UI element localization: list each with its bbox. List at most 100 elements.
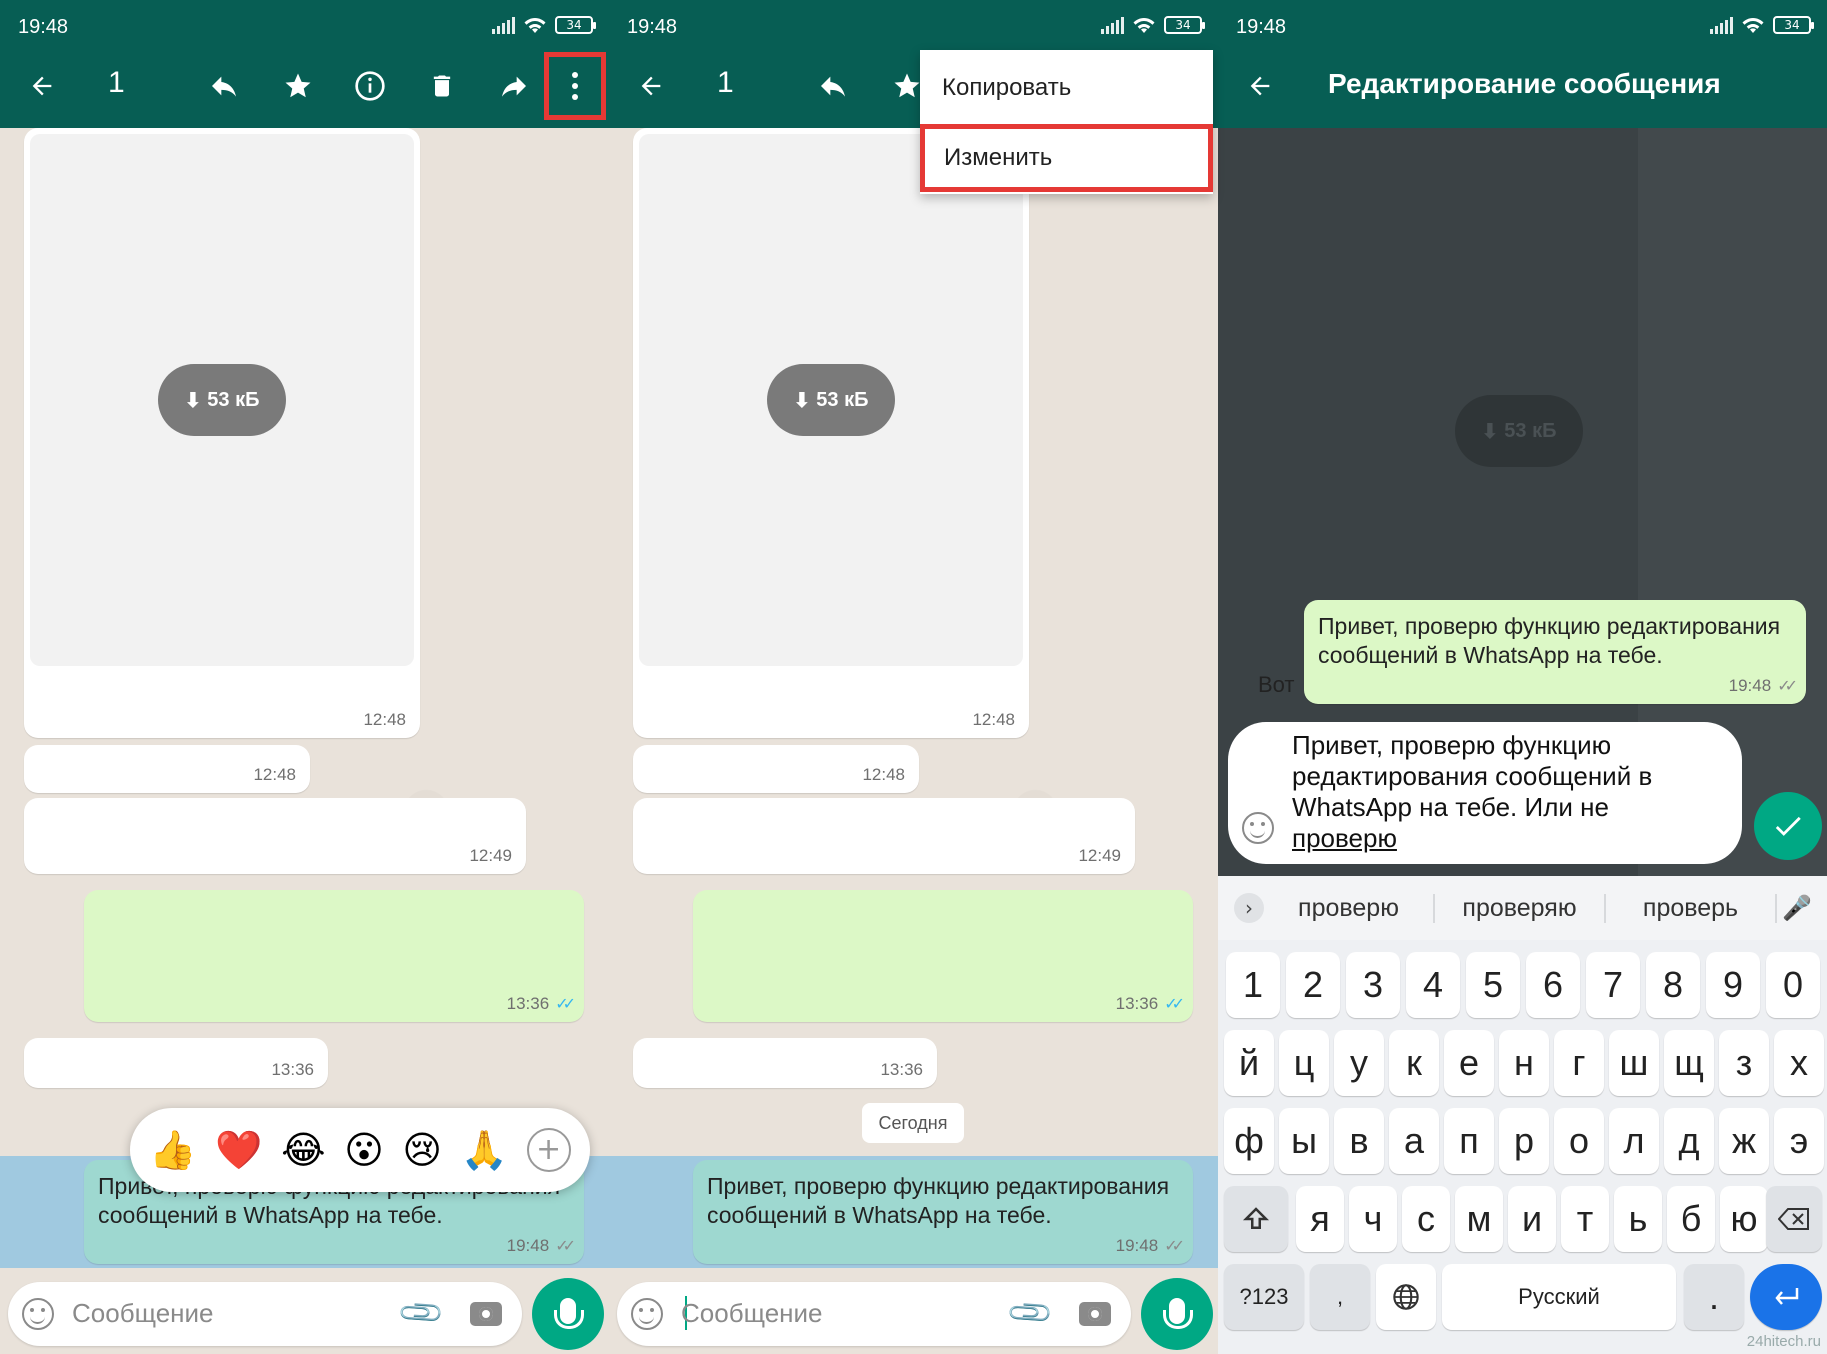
emoji-icon[interactable] bbox=[631, 1298, 663, 1330]
key-letter[interactable]: п bbox=[1444, 1108, 1494, 1174]
key-3[interactable]: 3 bbox=[1346, 952, 1400, 1018]
download-button[interactable]: ⬇ 53 кБ bbox=[158, 364, 286, 436]
delete-icon[interactable] bbox=[414, 58, 470, 114]
key-letter[interactable]: ь bbox=[1614, 1186, 1662, 1252]
key-5[interactable]: 5 bbox=[1466, 952, 1520, 1018]
message-bubble[interactable]: 12:48 bbox=[633, 745, 919, 793]
message-bubble[interactable]: 12:49 bbox=[24, 798, 526, 874]
attach-icon[interactable]: 📎 bbox=[396, 1288, 447, 1339]
edit-input[interactable]: Привет, проверю функцию редактирования с… bbox=[1292, 730, 1652, 854]
outgoing-message[interactable]: 13:36 ✓✓ bbox=[84, 890, 584, 1022]
message-input[interactable]: Сообщение bbox=[72, 1298, 214, 1329]
attach-icon[interactable]: 📎 bbox=[1005, 1288, 1056, 1339]
key-6[interactable]: 6 bbox=[1526, 952, 1580, 1018]
forward-icon[interactable] bbox=[486, 58, 542, 114]
menu-item-edit[interactable]: Изменить bbox=[920, 124, 1213, 192]
key-letter[interactable]: к bbox=[1389, 1030, 1439, 1096]
key-2[interactable]: 2 bbox=[1286, 952, 1340, 1018]
message-input-bar[interactable]: Сообщение 📎 bbox=[8, 1282, 522, 1346]
backspace-key[interactable] bbox=[1766, 1186, 1822, 1252]
key-letter[interactable]: щ bbox=[1664, 1030, 1714, 1096]
space-key[interactable]: Русский bbox=[1442, 1264, 1676, 1330]
comma-key[interactable]: , bbox=[1310, 1264, 1370, 1330]
key-letter[interactable]: з bbox=[1719, 1030, 1769, 1096]
key-letter[interactable]: а bbox=[1389, 1108, 1439, 1174]
emoji-icon[interactable] bbox=[1242, 812, 1274, 844]
reaction-sad[interactable]: 😢 bbox=[402, 1128, 442, 1172]
back-icon[interactable] bbox=[1232, 58, 1288, 114]
suggestion[interactable]: проверяю bbox=[1435, 893, 1606, 923]
enter-key[interactable] bbox=[1750, 1264, 1822, 1330]
add-reaction-icon[interactable]: + bbox=[526, 1128, 571, 1172]
key-7[interactable]: 7 bbox=[1586, 952, 1640, 1018]
key-letter[interactable]: я bbox=[1296, 1186, 1344, 1252]
key-letter[interactable]: б bbox=[1667, 1186, 1715, 1252]
key-1[interactable]: 1 bbox=[1226, 952, 1280, 1018]
key-letter[interactable]: ж bbox=[1719, 1108, 1769, 1174]
outgoing-message[interactable]: 13:36 ✓✓ bbox=[693, 890, 1193, 1022]
message-input[interactable]: Сообщение bbox=[681, 1298, 823, 1329]
download-button[interactable]: ⬇ 53 кБ bbox=[767, 364, 895, 436]
reaction-pray[interactable]: 🙏 bbox=[461, 1128, 508, 1173]
key-letter[interactable]: х bbox=[1774, 1030, 1824, 1096]
key-letter[interactable]: й bbox=[1224, 1030, 1274, 1096]
message-bubble[interactable]: 13:36 bbox=[24, 1038, 328, 1088]
key-letter[interactable]: л bbox=[1609, 1108, 1659, 1174]
info-icon[interactable] bbox=[342, 58, 398, 114]
confirm-edit-button[interactable] bbox=[1754, 792, 1822, 860]
menu-item-copy[interactable]: Копировать bbox=[920, 54, 1213, 122]
key-0[interactable]: 0 bbox=[1766, 952, 1820, 1018]
back-icon[interactable] bbox=[14, 58, 70, 114]
key-letter[interactable]: э bbox=[1774, 1108, 1824, 1174]
mic-button[interactable] bbox=[532, 1278, 604, 1350]
period-key[interactable]: . bbox=[1684, 1264, 1744, 1330]
key-letter[interactable]: ю bbox=[1720, 1186, 1768, 1252]
chevron-right-icon[interactable]: › bbox=[1234, 893, 1264, 923]
key-letter[interactable]: ф bbox=[1224, 1108, 1274, 1174]
key-letter[interactable]: и bbox=[1508, 1186, 1556, 1252]
reaction-thumbs-up[interactable]: 👍 bbox=[149, 1128, 196, 1173]
key-letter[interactable]: е bbox=[1444, 1030, 1494, 1096]
globe-key[interactable] bbox=[1376, 1264, 1436, 1330]
key-letter[interactable]: ц bbox=[1279, 1030, 1329, 1096]
key-letter[interactable]: г bbox=[1554, 1030, 1604, 1096]
key-letter[interactable]: н bbox=[1499, 1030, 1549, 1096]
emoji-icon[interactable] bbox=[22, 1298, 54, 1330]
star-icon[interactable] bbox=[270, 58, 326, 114]
key-letter[interactable]: ч bbox=[1349, 1186, 1397, 1252]
selected-message[interactable]: Привет, проверю функцию редактирования с… bbox=[693, 1160, 1193, 1264]
key-9[interactable]: 9 bbox=[1706, 952, 1760, 1018]
key-letter[interactable]: о bbox=[1554, 1108, 1604, 1174]
reply-icon[interactable] bbox=[196, 58, 252, 114]
symbols-key[interactable]: ?123 bbox=[1224, 1264, 1304, 1330]
shift-key[interactable] bbox=[1224, 1186, 1288, 1252]
key-letter[interactable]: т bbox=[1561, 1186, 1609, 1252]
reply-icon[interactable] bbox=[805, 58, 861, 114]
mic-button[interactable] bbox=[1141, 1278, 1213, 1350]
suggestion[interactable]: проверю bbox=[1264, 893, 1435, 923]
edit-input-box[interactable]: Привет, проверю функцию редактирования с… bbox=[1228, 722, 1742, 864]
key-letter[interactable]: д bbox=[1664, 1108, 1714, 1174]
key-letter[interactable]: в bbox=[1334, 1108, 1384, 1174]
voice-input-icon[interactable]: 🎤 bbox=[1777, 894, 1817, 922]
camera-icon[interactable] bbox=[470, 1302, 502, 1326]
key-8[interactable]: 8 bbox=[1646, 952, 1700, 1018]
key-letter[interactable]: ы bbox=[1279, 1108, 1329, 1174]
key-letter[interactable]: р bbox=[1499, 1108, 1549, 1174]
message-bubble[interactable]: 13:36 bbox=[633, 1038, 937, 1088]
message-bubble[interactable]: 12:48 bbox=[24, 745, 310, 793]
suggestion[interactable]: проверь bbox=[1606, 893, 1777, 923]
reaction-wow[interactable]: 😮 bbox=[344, 1128, 384, 1172]
key-letter[interactable]: у bbox=[1334, 1030, 1384, 1096]
reaction-laugh[interactable]: 😂 bbox=[281, 1128, 325, 1172]
key-4[interactable]: 4 bbox=[1406, 952, 1460, 1018]
key-letter[interactable]: ш bbox=[1609, 1030, 1659, 1096]
more-options-icon[interactable] bbox=[544, 52, 606, 120]
image-message[interactable]: ⬇ 53 кБ 12:48 bbox=[633, 128, 1029, 738]
message-input-bar[interactable]: Сообщение 📎 bbox=[617, 1282, 1131, 1346]
key-letter[interactable]: м bbox=[1455, 1186, 1503, 1252]
reaction-heart[interactable]: ❤️ bbox=[215, 1128, 262, 1173]
image-message[interactable]: ⬇ 53 кБ 12:48 bbox=[24, 128, 420, 738]
key-letter[interactable]: с bbox=[1402, 1186, 1450, 1252]
message-bubble[interactable]: 12:49 bbox=[633, 798, 1135, 874]
